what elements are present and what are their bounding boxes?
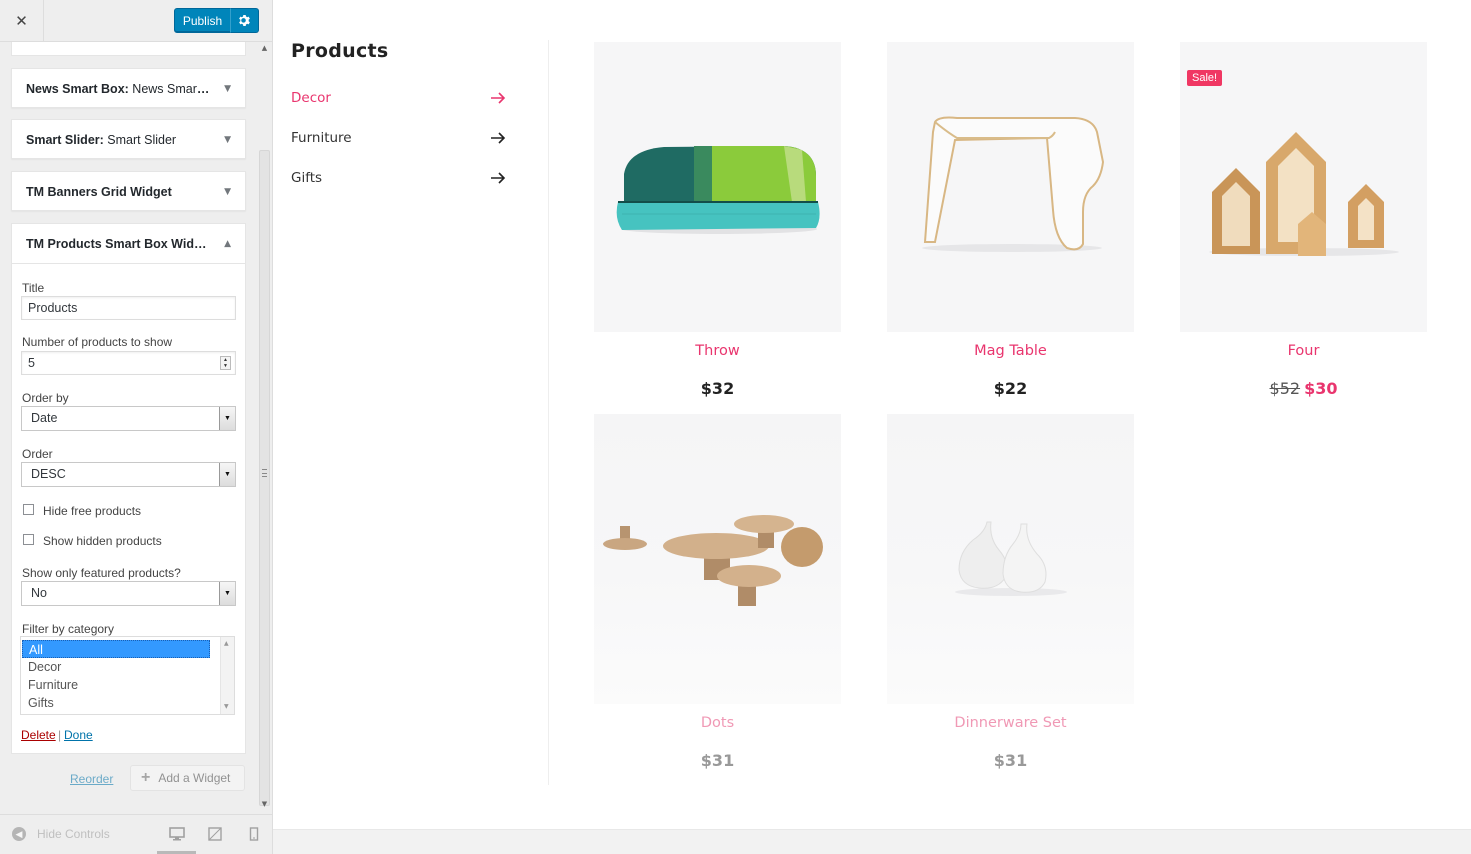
widget-heading: Products — [291, 40, 389, 62]
product-name[interactable]: Mag Table — [887, 343, 1134, 359]
product-price: $52 $30 — [1180, 379, 1427, 398]
caret-down-icon[interactable]: ▼ — [224, 172, 231, 212]
old-price: $52 — [1269, 379, 1301, 398]
preview-footer — [273, 829, 1471, 854]
hide-controls-button[interactable]: ◀ Hide Controls — [12, 827, 110, 841]
widget-form-overlay: All Decor Furniture Gifts ▲ ▼ Delete | Do… — [11, 223, 246, 754]
done-link[interactable]: Done — [64, 728, 93, 742]
listbox-scrollbar[interactable]: ▲ ▼ — [220, 637, 234, 714]
widget-title: News Smart Box: — [26, 82, 129, 96]
collapse-icon: ◀ — [12, 827, 26, 841]
customizer-sidebar: ✕ Publish News Smart Box: News Smart Box… — [0, 0, 273, 854]
arrow-right-icon — [491, 172, 506, 184]
gear-icon — [239, 14, 250, 27]
category-item-gifts[interactable]: Gifts — [291, 170, 506, 190]
category-option[interactable]: Furniture — [22, 676, 210, 694]
product-image-table[interactable] — [887, 42, 1134, 332]
widget-instance-title: News Smart Box — [132, 82, 211, 96]
product-name[interactable]: Dinnerware Set — [887, 715, 1134, 731]
add-widget-label: Add a Widget — [158, 771, 231, 785]
category-item-furniture[interactable]: Furniture — [291, 130, 506, 150]
desktop-preview-icon[interactable] — [169, 827, 185, 841]
hide-controls-label: Hide Controls — [37, 827, 110, 841]
product-name[interactable]: Four — [1180, 343, 1427, 359]
widgets-panel: News Smart Box: News Smart Box ▼ Smart S… — [0, 42, 257, 814]
scroll-down-icon[interactable]: ▼ — [260, 800, 269, 809]
widget-title: TM Banners Grid Widget — [26, 185, 172, 199]
products-category-panel: Products Decor Furniture Gifts — [273, 40, 549, 785]
category-listbox[interactable]: All Decor Furniture Gifts ▲ ▼ — [20, 636, 235, 715]
caret-down-icon[interactable]: ▼ — [224, 69, 231, 109]
product-image-vases[interactable] — [887, 414, 1134, 704]
add-widget-button[interactable]: + Add a Widget — [130, 765, 245, 791]
category-item-decor[interactable]: Decor — [291, 90, 506, 110]
sale-price: $30 — [1304, 379, 1338, 398]
publish-button[interactable]: Publish — [174, 8, 231, 33]
scroll-up-icon[interactable]: ▲ — [260, 44, 269, 53]
widget-smart-slider[interactable]: Smart Slider: Smart Slider ▼ — [11, 119, 246, 159]
sidebar-scrollbar[interactable]: ▲ ▼ — [257, 42, 272, 814]
close-customizer-button[interactable]: ✕ — [0, 0, 44, 42]
tablet-preview-icon[interactable] — [207, 827, 223, 841]
mobile-preview-icon[interactable] — [246, 827, 262, 841]
category-option[interactable]: All — [22, 640, 210, 658]
product-name[interactable]: Throw — [594, 343, 841, 359]
category-option[interactable]: Decor — [22, 658, 210, 676]
category-label: Furniture — [291, 130, 352, 146]
publish-settings-button[interactable] — [230, 8, 259, 33]
product-image-wooden-dots[interactable] — [594, 414, 841, 704]
widget-instance-title: Smart Slider — [107, 133, 177, 147]
category-label: Gifts — [291, 170, 323, 186]
plus-icon: + — [141, 769, 151, 786]
widget-news-smart-box[interactable]: News Smart Box: News Smart Box ▼ — [11, 68, 246, 108]
category-option[interactable]: Gifts — [22, 694, 210, 712]
scrollbar-thumb[interactable] — [259, 150, 270, 806]
category-label: Decor — [291, 90, 331, 106]
close-icon: ✕ — [15, 12, 28, 30]
reorder-link[interactable]: Reorder — [70, 772, 113, 786]
arrow-right-icon — [491, 92, 506, 104]
delete-widget-link[interactable]: Delete — [21, 728, 56, 742]
product-price: $31 — [993, 751, 1028, 770]
product-price: $31 — [700, 751, 735, 770]
customizer-footer: ◀ Hide Controls — [0, 814, 272, 854]
product-price: $32 — [700, 379, 735, 398]
widget-partial — [11, 42, 246, 56]
widget-banners-grid[interactable]: TM Banners Grid Widget ▼ — [11, 171, 246, 211]
product-name[interactable]: Dots — [594, 715, 841, 731]
sale-badge: Sale! — [1187, 70, 1223, 86]
product-image-blanket[interactable] — [594, 42, 841, 332]
link-separator: | — [58, 728, 62, 742]
arrow-right-icon — [491, 132, 506, 144]
site-preview: Products Decor Furniture Gifts Throw $32… — [273, 0, 1471, 854]
product-price: $22 — [993, 379, 1028, 398]
product-image-wooden-houses[interactable]: Sale! — [1180, 42, 1427, 332]
widget-title: Smart Slider: — [26, 133, 104, 147]
customizer-header: ✕ Publish — [0, 0, 272, 42]
caret-down-icon[interactable]: ▼ — [224, 120, 231, 160]
